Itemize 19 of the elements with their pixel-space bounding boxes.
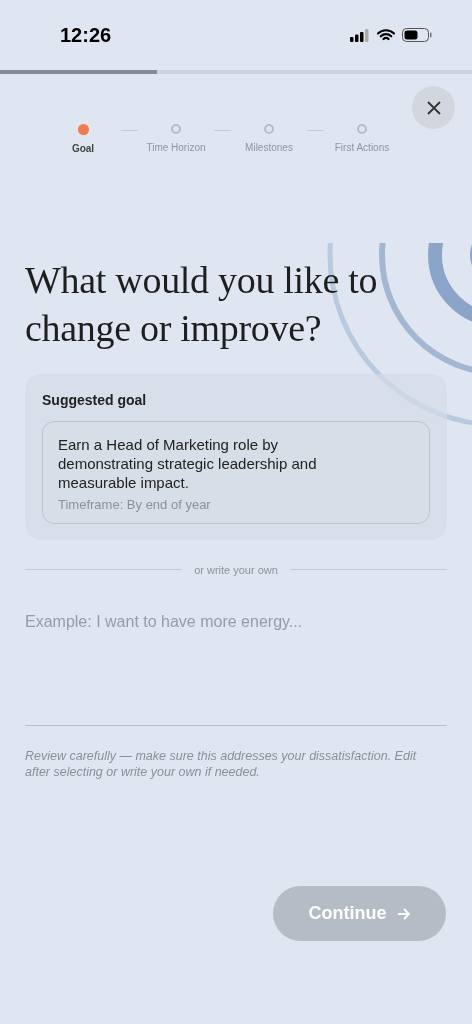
- divider-label: or write your own: [194, 562, 278, 578]
- goal-input[interactable]: Example: I want to have more energy...: [25, 610, 447, 726]
- step-tab[interactable]: First Actions: [327, 124, 397, 155]
- card-title: Suggested goal: [42, 391, 148, 410]
- step-tab[interactable]: Milestones: [234, 124, 304, 155]
- signal-icon: [350, 28, 370, 42]
- step-tab[interactable]: Time Horizon: [141, 124, 211, 155]
- close-button[interactable]: [412, 86, 455, 129]
- close-icon: [426, 100, 441, 115]
- status-time: 12:26: [60, 23, 112, 48]
- wifi-icon: [377, 28, 395, 42]
- review-note: Review carefully — make sure this addresses your dissatisfaction. Edit after selecting or write your own if needed.: [25, 748, 418, 780]
- arrow-right-icon: [396, 907, 411, 920]
- goal-text: Earn a Head of Marketing role by demonstrating strategic leadership and measurable impact.: [58, 435, 318, 492]
- step-tab[interactable]: Goal: [48, 124, 118, 156]
- timeframe-text: Timeframe: By end of year: [58, 496, 212, 514]
- battery-icon: [402, 28, 432, 42]
- suggested-goal-option[interactable]: Earn a Head of Marketing role by demonstrating strategic leadership and measurable impact. Timeframe: By end of year: [42, 421, 430, 524]
- page-heading: What would you like to change or improve?: [25, 258, 379, 351]
